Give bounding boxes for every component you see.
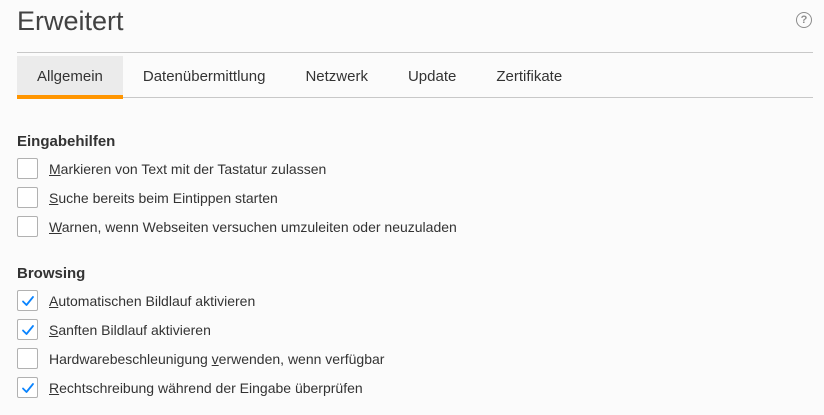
title-divider: [17, 52, 813, 53]
page-title: Erweitert: [17, 6, 124, 36]
option-label: Automatischen Bildlauf aktivieren: [49, 292, 256, 309]
checkmark-icon: [21, 295, 34, 306]
option-search-as-you-type[interactable]: Suche bereits beim Eintippen starten: [17, 183, 457, 212]
option-label: Markieren von Text mit der Tastatur zula…: [49, 160, 327, 177]
tab-certificates[interactable]: Zertifikate: [476, 56, 582, 98]
option-warn-redirect[interactable]: Warnen, wenn Webseiten versuchen umzulei…: [17, 212, 457, 241]
checkbox-spellcheck[interactable]: [17, 377, 38, 398]
accessibility-section: Eingabehilfen Markieren von Text mit der…: [17, 130, 457, 241]
checkbox-autoscroll[interactable]: [17, 290, 38, 311]
browsing-section: Browsing Automatischen Bildlauf aktivier…: [17, 262, 384, 402]
preferences-advanced-page: Erweitert ? Allgemein Datenübermittlung …: [0, 0, 824, 415]
checkbox-caret-browsing[interactable]: [17, 158, 38, 179]
checkbox-hardware-acceleration[interactable]: [17, 348, 38, 369]
option-label: Hardwarebeschleunigung verwenden, wenn v…: [49, 350, 385, 367]
tab-update[interactable]: Update: [388, 56, 476, 98]
option-smooth-scroll[interactable]: Sanften Bildlauf aktivieren: [17, 315, 384, 344]
section-heading-accessibility: Eingabehilfen: [17, 133, 116, 150]
tab-network[interactable]: Netzwerk: [285, 56, 388, 98]
checkmark-icon: [21, 324, 34, 335]
tab-general[interactable]: Allgemein: [17, 56, 123, 99]
option-caret-browsing[interactable]: Markieren von Text mit der Tastatur zula…: [17, 154, 457, 183]
option-label: Rechtschreibung während der Eingabe über…: [49, 379, 363, 396]
help-icon[interactable]: ?: [796, 12, 812, 28]
tab-data-choices[interactable]: Datenübermittlung: [123, 56, 286, 98]
checkmark-icon: [21, 382, 34, 393]
checkbox-smooth-scroll[interactable]: [17, 319, 38, 340]
option-label: Warnen, wenn Webseiten versuchen umzulei…: [49, 218, 457, 235]
option-spellcheck[interactable]: Rechtschreibung während der Eingabe über…: [17, 373, 384, 402]
option-label: Sanften Bildlauf aktivieren: [49, 321, 211, 338]
tab-bar: Allgemein Datenübermittlung Netzwerk Upd…: [17, 56, 813, 99]
option-label: Suche bereits beim Eintippen starten: [49, 189, 278, 206]
checkbox-warn-redirect[interactable]: [17, 216, 38, 237]
section-heading-browsing: Browsing: [17, 265, 86, 282]
checkbox-search-as-you-type[interactable]: [17, 187, 38, 208]
option-hardware-acceleration[interactable]: Hardwarebeschleunigung verwenden, wenn v…: [17, 344, 384, 373]
option-autoscroll[interactable]: Automatischen Bildlauf aktivieren: [17, 286, 384, 315]
